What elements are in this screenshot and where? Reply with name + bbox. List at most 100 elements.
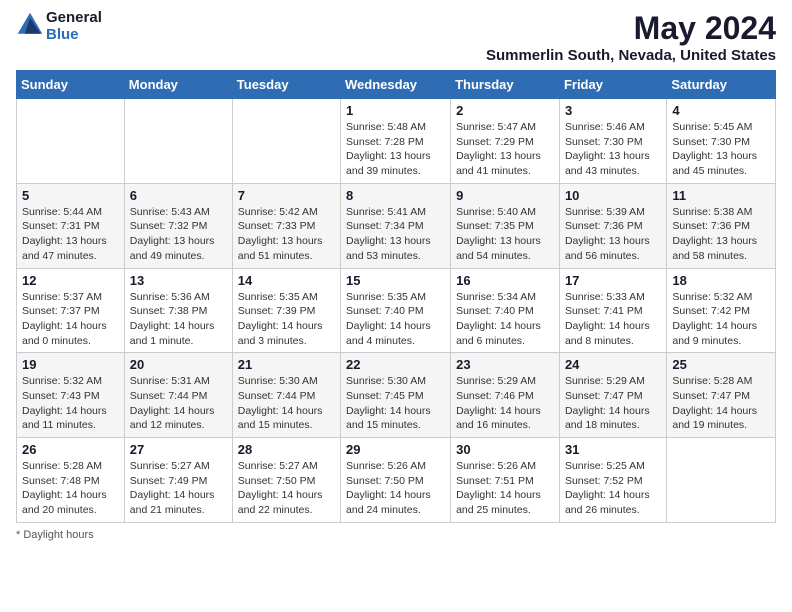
- day-info: Sunrise: 5:48 AM Sunset: 7:28 PM Dayligh…: [346, 120, 445, 179]
- calendar-cell: 21Sunrise: 5:30 AM Sunset: 7:44 PM Dayli…: [232, 353, 340, 438]
- day-info: Sunrise: 5:31 AM Sunset: 7:44 PM Dayligh…: [130, 374, 227, 433]
- weekday-header: Sunday: [17, 71, 125, 99]
- calendar-week-row: 19 Sunrise: 5:32 AM Sunset: 7:43 PM Dayli…: [17, 353, 776, 438]
- page: General Blue May 2024 Summerlin South, N…: [0, 0, 792, 551]
- calendar-cell: 23 Sunrise: 5:29 AM Sunset: 7:46 PM Dayli…: [451, 353, 560, 438]
- day-info: Sunrise: 5:32 AM Sunset: 7:43 PM Dayligh…: [22, 374, 119, 433]
- day-number: 24: [565, 357, 661, 372]
- day-number: 27: [130, 442, 227, 457]
- calendar-cell: 16 Sunrise: 5:34 AM Sunset: 7:40 PM Dayli…: [451, 268, 560, 353]
- day-info: Sunrise: 5:39 AM Sunset: 7:36 PM Dayligh…: [565, 205, 661, 264]
- calendar-cell: 1 Sunrise: 5:48 AM Sunset: 7:28 PM Daylig…: [341, 99, 451, 184]
- main-title: May 2024: [486, 10, 776, 47]
- day-info: Sunrise: 5:27 AM Sunset: 7:49 PM Dayligh…: [130, 459, 227, 518]
- weekday-header: Saturday: [667, 71, 776, 99]
- day-number: 1: [346, 103, 445, 118]
- day-number: 7: [238, 188, 335, 203]
- daylight-label: Daylight hours: [23, 529, 93, 541]
- day-info: Sunrise: 5:41 AM Sunset: 7:34 PM Dayligh…: [346, 205, 445, 264]
- calendar-cell: 29Sunrise: 5:26 AM Sunset: 7:50 PM Dayli…: [341, 438, 451, 523]
- day-info: Sunrise: 5:29 AM Sunset: 7:47 PM Dayligh…: [565, 374, 661, 433]
- day-number: 15: [346, 273, 445, 288]
- calendar-table: SundayMondayTuesdayWednesdayThursdayFrid…: [16, 70, 776, 523]
- calendar-cell: 30Sunrise: 5:26 AM Sunset: 7:51 PM Dayli…: [451, 438, 560, 523]
- day-number: 3: [565, 103, 661, 118]
- calendar-cell: 11Sunrise: 5:38 AM Sunset: 7:36 PM Dayli…: [667, 183, 776, 268]
- day-number: 5: [22, 188, 119, 203]
- day-info: Sunrise: 5:35 AM Sunset: 7:39 PM Dayligh…: [238, 290, 335, 349]
- day-info: Sunrise: 5:33 AM Sunset: 7:41 PM Dayligh…: [565, 290, 661, 349]
- calendar-cell: 5 Sunrise: 5:44 AM Sunset: 7:31 PM Daylig…: [17, 183, 125, 268]
- calendar-week-row: 26 Sunrise: 5:28 AM Sunset: 7:48 PM Dayli…: [17, 438, 776, 523]
- day-info: Sunrise: 5:30 AM Sunset: 7:45 PM Dayligh…: [346, 374, 445, 433]
- day-number: 10: [565, 188, 661, 203]
- day-info: Sunrise: 5:34 AM Sunset: 7:40 PM Dayligh…: [456, 290, 554, 349]
- calendar-cell: 9Sunrise: 5:40 AM Sunset: 7:35 PM Daylig…: [451, 183, 560, 268]
- calendar-cell: 2 Sunrise: 5:47 AM Sunset: 7:29 PM Daylig…: [451, 99, 560, 184]
- day-number: 17: [565, 273, 661, 288]
- logo-icon: [16, 11, 44, 39]
- logo: General Blue: [16, 10, 102, 43]
- day-number: 13: [130, 273, 227, 288]
- day-number: 9: [456, 188, 554, 203]
- calendar-week-row: 5 Sunrise: 5:44 AM Sunset: 7:31 PM Daylig…: [17, 183, 776, 268]
- day-number: 16: [456, 273, 554, 288]
- day-info: Sunrise: 5:46 AM Sunset: 7:30 PM Dayligh…: [565, 120, 661, 179]
- calendar-cell: 12Sunrise: 5:37 AM Sunset: 7:37 PM Dayli…: [17, 268, 125, 353]
- day-info: Sunrise: 5:25 AM Sunset: 7:52 PM Dayligh…: [565, 459, 661, 518]
- calendar-body: 1 Sunrise: 5:48 AM Sunset: 7:28 PM Daylig…: [17, 99, 776, 523]
- calendar-cell: [17, 99, 125, 184]
- day-info: Sunrise: 5:29 AM Sunset: 7:46 PM Dayligh…: [456, 374, 554, 433]
- day-number: 22: [346, 357, 445, 372]
- calendar-cell: 4 Sunrise: 5:45 AM Sunset: 7:30 PM Daylig…: [667, 99, 776, 184]
- day-number: 8: [346, 188, 445, 203]
- calendar-cell: [124, 99, 232, 184]
- day-number: 6: [130, 188, 227, 203]
- day-number: 25: [672, 357, 770, 372]
- day-info: Sunrise: 5:42 AM Sunset: 7:33 PM Dayligh…: [238, 205, 335, 264]
- calendar-cell: 15Sunrise: 5:35 AM Sunset: 7:40 PM Dayli…: [341, 268, 451, 353]
- day-number: 30: [456, 442, 554, 457]
- day-info: Sunrise: 5:28 AM Sunset: 7:48 PM Dayligh…: [22, 459, 119, 518]
- day-number: 19: [22, 357, 119, 372]
- footer-note: * Daylight hours: [16, 529, 776, 541]
- calendar-cell: 17 Sunrise: 5:33 AM Sunset: 7:41 PM Dayli…: [559, 268, 666, 353]
- day-number: 23: [456, 357, 554, 372]
- calendar-week-row: 12Sunrise: 5:37 AM Sunset: 7:37 PM Dayli…: [17, 268, 776, 353]
- day-number: 2: [456, 103, 554, 118]
- calendar-cell: 19 Sunrise: 5:32 AM Sunset: 7:43 PM Dayli…: [17, 353, 125, 438]
- calendar-cell: 24 Sunrise: 5:29 AM Sunset: 7:47 PM Dayli…: [559, 353, 666, 438]
- calendar-cell: 25 Sunrise: 5:28 AM Sunset: 7:47 PM Dayli…: [667, 353, 776, 438]
- day-info: Sunrise: 5:36 AM Sunset: 7:38 PM Dayligh…: [130, 290, 227, 349]
- calendar-cell: 13 Sunrise: 5:36 AM Sunset: 7:38 PM Dayli…: [124, 268, 232, 353]
- weekday-header: Thursday: [451, 71, 560, 99]
- weekday-header: Monday: [124, 71, 232, 99]
- logo-text: General Blue: [46, 10, 102, 43]
- calendar-cell: 6 Sunrise: 5:43 AM Sunset: 7:32 PM Daylig…: [124, 183, 232, 268]
- day-info: Sunrise: 5:47 AM Sunset: 7:29 PM Dayligh…: [456, 120, 554, 179]
- calendar-cell: 28 Sunrise: 5:27 AM Sunset: 7:50 PM Dayli…: [232, 438, 340, 523]
- day-number: 26: [22, 442, 119, 457]
- day-info: Sunrise: 5:27 AM Sunset: 7:50 PM Dayligh…: [238, 459, 335, 518]
- header: General Blue May 2024 Summerlin South, N…: [16, 10, 776, 64]
- day-info: Sunrise: 5:43 AM Sunset: 7:32 PM Dayligh…: [130, 205, 227, 264]
- calendar-cell: 3 Sunrise: 5:46 AM Sunset: 7:30 PM Daylig…: [559, 99, 666, 184]
- day-number: 28: [238, 442, 335, 457]
- day-info: Sunrise: 5:38 AM Sunset: 7:36 PM Dayligh…: [672, 205, 770, 264]
- calendar-header: SundayMondayTuesdayWednesdayThursdayFrid…: [17, 71, 776, 99]
- day-number: 31: [565, 442, 661, 457]
- day-info: Sunrise: 5:44 AM Sunset: 7:31 PM Dayligh…: [22, 205, 119, 264]
- weekday-header-row: SundayMondayTuesdayWednesdayThursdayFrid…: [17, 71, 776, 99]
- calendar-cell: 14 Sunrise: 5:35 AM Sunset: 7:39 PM Dayli…: [232, 268, 340, 353]
- day-info: Sunrise: 5:28 AM Sunset: 7:47 PM Dayligh…: [672, 374, 770, 433]
- calendar-cell: 31 Sunrise: 5:25 AM Sunset: 7:52 PM Dayli…: [559, 438, 666, 523]
- day-info: Sunrise: 5:32 AM Sunset: 7:42 PM Dayligh…: [672, 290, 770, 349]
- day-number: 29: [346, 442, 445, 457]
- calendar-cell: 20Sunrise: 5:31 AM Sunset: 7:44 PM Dayli…: [124, 353, 232, 438]
- day-number: 14: [238, 273, 335, 288]
- weekday-header: Friday: [559, 71, 666, 99]
- day-number: 4: [672, 103, 770, 118]
- day-info: Sunrise: 5:45 AM Sunset: 7:30 PM Dayligh…: [672, 120, 770, 179]
- day-info: Sunrise: 5:37 AM Sunset: 7:37 PM Dayligh…: [22, 290, 119, 349]
- calendar-cell: 7 Sunrise: 5:42 AM Sunset: 7:33 PM Daylig…: [232, 183, 340, 268]
